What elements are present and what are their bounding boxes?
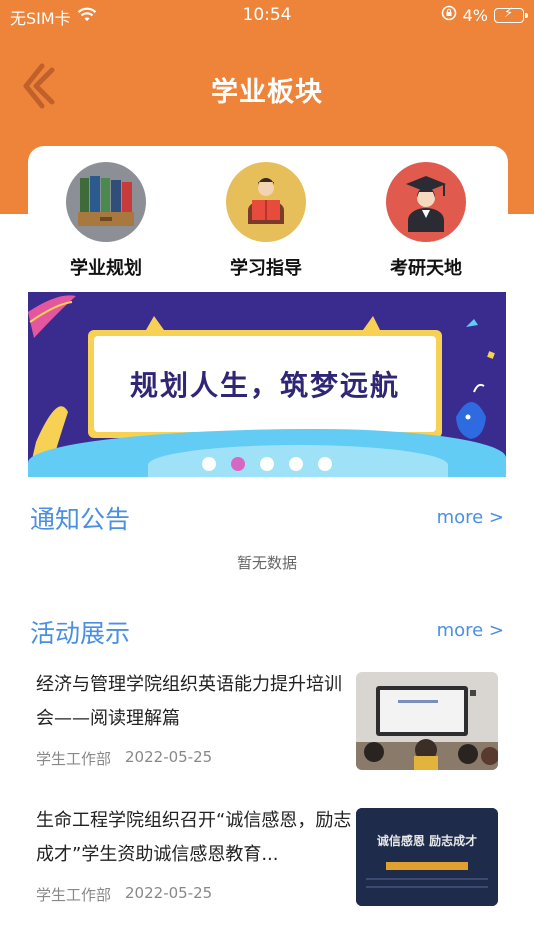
battery-percent: 4%	[462, 5, 488, 25]
battery-icon: ⚡	[494, 6, 528, 23]
notices-more-link[interactable]: more >	[437, 507, 504, 528]
reading-student-icon	[226, 162, 306, 242]
graduate-icon	[386, 162, 466, 242]
bookshelf-icon	[66, 162, 146, 242]
carousel-dot[interactable]	[260, 457, 274, 471]
news-date: 2022-05-25	[125, 748, 213, 766]
banner-slogan-plate: 规划人生，筑梦远航	[88, 330, 442, 438]
quick-link-study-planning[interactable]: 学业规划	[46, 162, 166, 280]
banner-slogan: 规划人生，筑梦远航	[129, 369, 400, 402]
carousel-dots	[28, 457, 506, 471]
list-item[interactable]: 生命工程学院组织召开“诚信感恩，励志成才”学生资助诚信感恩教育... 学生工作部…	[36, 804, 498, 914]
news-meta: 学生工作部 2022-05-25	[36, 748, 212, 769]
thumbnail-caption: 诚信感恩 励志成才	[376, 834, 478, 848]
news-thumbnail: 诚信感恩 励志成才	[356, 808, 498, 906]
quick-link-study-guidance[interactable]: 学习指导	[206, 162, 326, 280]
news-thumbnail	[356, 672, 498, 770]
status-bar: 无SIM卡 10:54 4% ⚡	[0, 0, 534, 30]
carousel-dot-active[interactable]	[231, 457, 245, 471]
activities-title: 活动展示	[30, 619, 131, 648]
news-meta: 学生工作部 2022-05-25	[36, 884, 212, 905]
quick-links-card: 学业规划 学习指导 考研天地	[28, 146, 508, 292]
quick-link-postgraduate[interactable]: 考研天地	[366, 162, 486, 280]
notices-title: 通知公告	[30, 505, 131, 534]
list-item[interactable]: 经济与管理学院组织英语能力提升培训会——阅读理解篇 学生工作部 2022-05-…	[36, 668, 498, 778]
carousel-dot[interactable]	[289, 457, 303, 471]
news-title: 生命工程学院组织召开“诚信感恩，励志成才”学生资助诚信感恩教育...	[36, 810, 352, 865]
news-source: 学生工作部	[36, 886, 112, 904]
rotation-lock-icon	[441, 5, 457, 25]
activities-more-link[interactable]: more >	[437, 620, 504, 641]
news-date: 2022-05-25	[125, 884, 213, 902]
quick-link-label: 学业规划	[70, 258, 142, 279]
carousel-dot[interactable]	[202, 457, 216, 471]
notices-empty-text: 暂无数据	[236, 554, 297, 572]
carousel-dot[interactable]	[318, 457, 332, 471]
news-source: 学生工作部	[36, 750, 112, 768]
quick-link-label: 考研天地	[390, 258, 462, 279]
quick-link-label: 学习指导	[230, 258, 302, 279]
news-title: 经济与管理学院组织英语能力提升培训会——阅读理解篇	[36, 674, 342, 729]
promo-banner[interactable]: 规划人生，筑梦远航	[28, 292, 506, 477]
page-title: 学业板块	[211, 77, 323, 108]
